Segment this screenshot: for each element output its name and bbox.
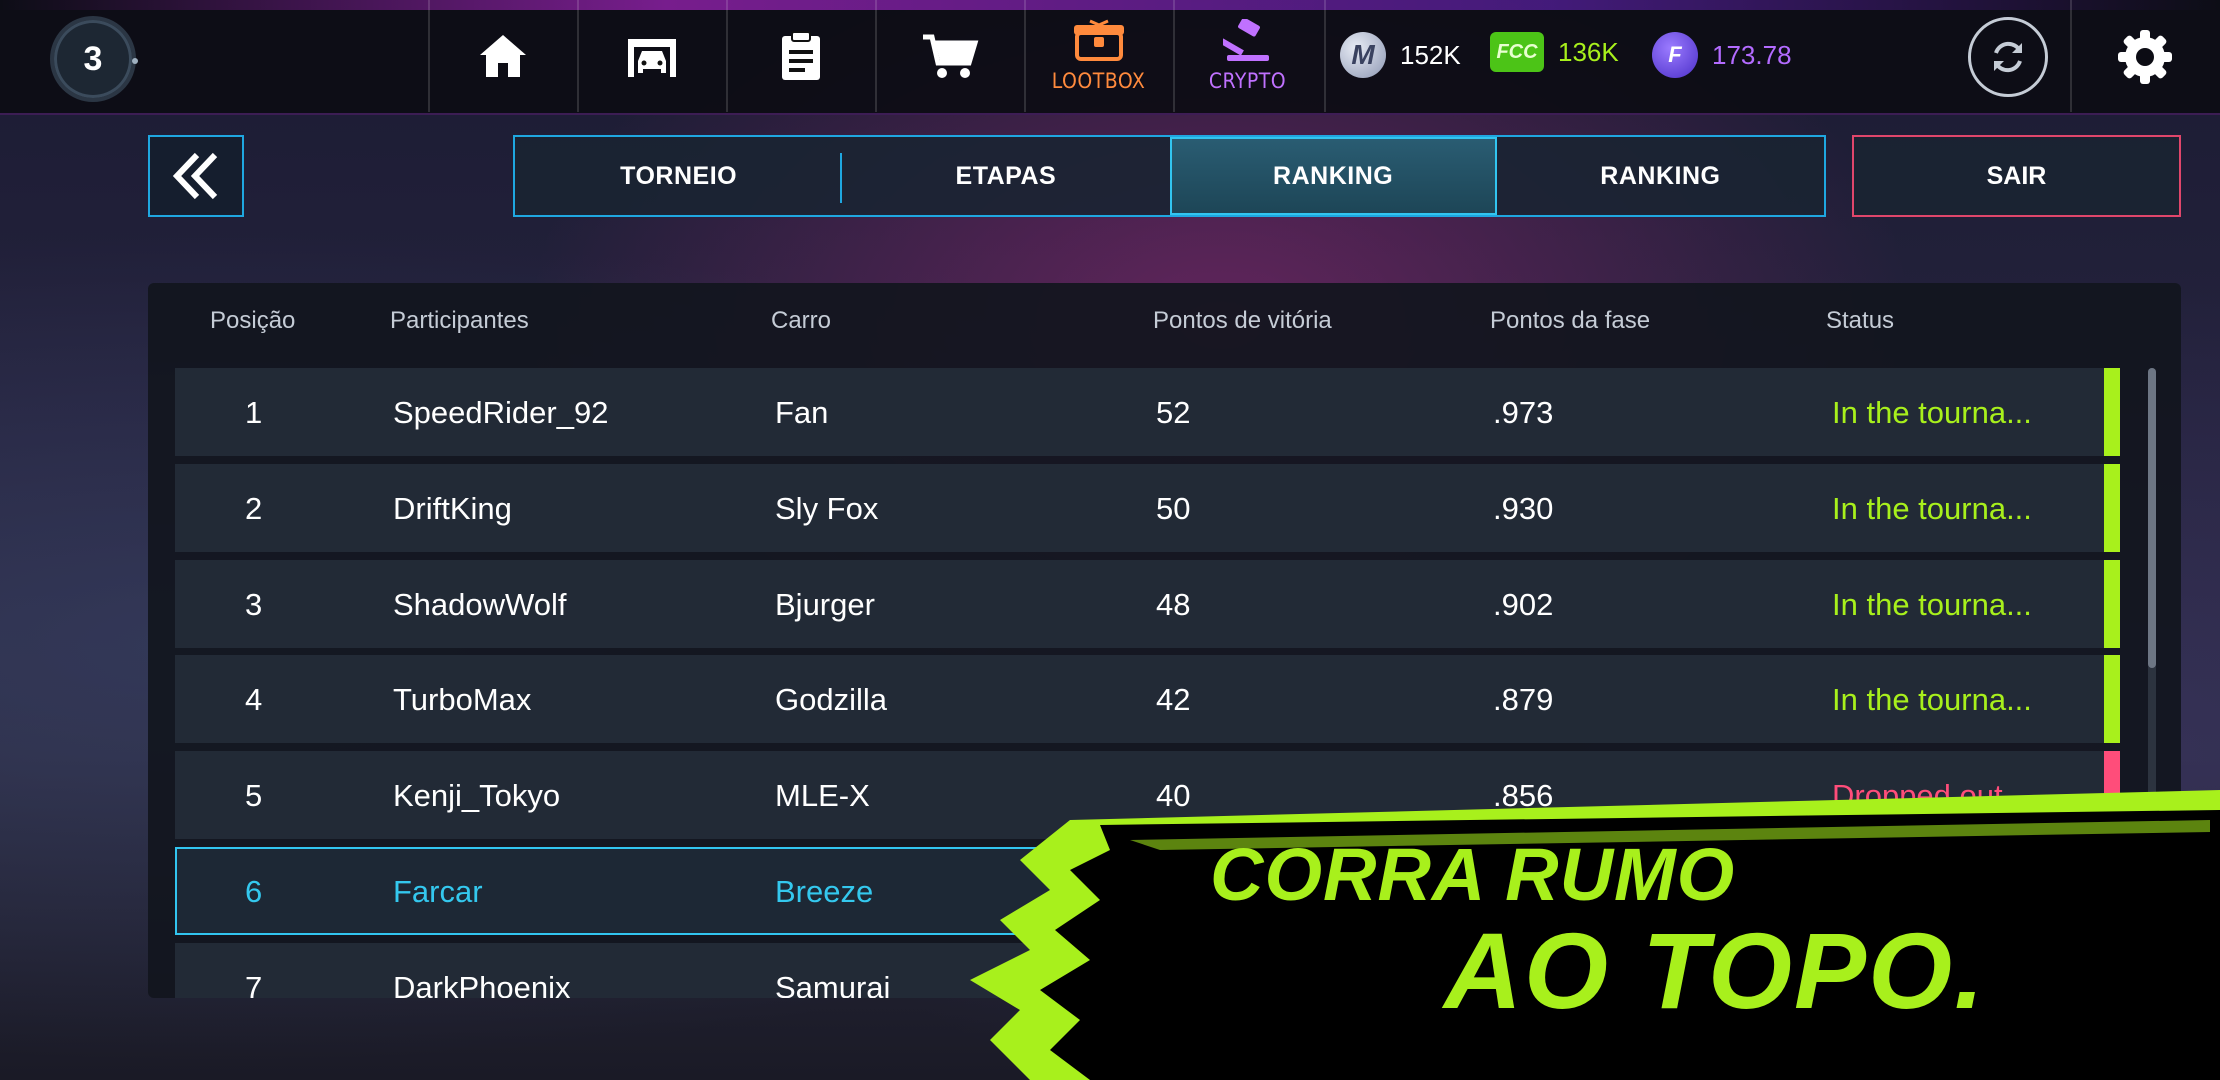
- cart-icon: [922, 34, 978, 78]
- promo-line-2: AO TOPO.: [1444, 910, 1987, 1031]
- tab-ranking-active[interactable]: RANKING: [1169, 137, 1497, 215]
- table-row[interactable]: 3 ShadowWolf Bjurger 48 .902 In the tour…: [175, 560, 2120, 648]
- row-participant: Farcar: [393, 874, 483, 909]
- gear-icon: [2118, 30, 2172, 84]
- row-participant: Kenji_Tokyo: [393, 778, 561, 813]
- tab-label: RANKING: [1600, 161, 1721, 190]
- tab-torneio[interactable]: TORNEIO: [515, 137, 843, 215]
- player-level-number: 3: [83, 39, 103, 78]
- row-victory-points: 48: [1156, 587, 1191, 622]
- row-car: Bjurger: [775, 587, 875, 622]
- row-car: Godzilla: [775, 682, 887, 717]
- tournament-tabs: TORNEIO ETAPAS RANKING RANKING: [513, 135, 1826, 217]
- header-car: Carro: [771, 307, 832, 334]
- row-status: In the tourna...: [1832, 395, 2032, 430]
- exit-label: SAIR: [1986, 161, 2047, 190]
- row-position: 3: [245, 587, 263, 622]
- fv-token-value: 173.78: [1712, 39, 1792, 70]
- row-phase-points: .902: [1493, 587, 1554, 622]
- header-status: Status: [1826, 307, 1895, 334]
- nav-missions-button[interactable]: [728, 0, 873, 112]
- header-victory-points: Pontos de vitória: [1153, 307, 1332, 334]
- row-position: 2: [245, 491, 263, 526]
- nav-garage-button[interactable]: [579, 0, 724, 112]
- row-car: MLE-X: [775, 778, 870, 813]
- home-icon: [479, 35, 526, 77]
- row-participant: ShadowWolf: [393, 587, 567, 622]
- row-status: In the tourna...: [1832, 491, 2032, 526]
- tab-etapas[interactable]: ETAPAS: [842, 137, 1169, 215]
- row-participant: SpeedRider_92: [393, 395, 609, 430]
- header-phase-points: Pontos da fase: [1490, 307, 1651, 334]
- exit-button[interactable]: SAIR: [1852, 135, 2181, 217]
- row-phase-points: .930: [1493, 491, 1554, 526]
- table-row[interactable]: 2 DriftKing Sly Fox 50 .930 In the tourn…: [175, 464, 2120, 552]
- status-indicator-bar: [2104, 655, 2120, 743]
- header-participants: Participantes: [390, 307, 529, 334]
- m-coin-icon: M: [1340, 32, 1386, 78]
- row-position: 5: [245, 778, 263, 813]
- tab-ranking[interactable]: RANKING: [1497, 137, 1824, 215]
- fv-token-icon: F: [1652, 32, 1698, 78]
- scrollbar-thumb[interactable]: [2148, 368, 2156, 668]
- table-header: Posição Participantes Carro Pontos de vi…: [148, 283, 2181, 357]
- table-row[interactable]: 1 SpeedRider_92 Fan 52 .973 In the tourn…: [175, 368, 2120, 456]
- nav-home-button[interactable]: [430, 0, 575, 112]
- row-victory-points: 50: [1156, 491, 1191, 526]
- fcc-coin-icon: FCC: [1490, 32, 1544, 72]
- nav-shop-button[interactable]: [877, 0, 1022, 112]
- refresh-button[interactable]: [1968, 17, 2048, 97]
- crypto-hammer-icon: [1222, 19, 1269, 61]
- row-position: 4: [245, 682, 263, 717]
- m-coin-value: 152K: [1400, 39, 1461, 70]
- currency-fv[interactable]: F 173.78: [1652, 32, 1792, 78]
- nav-crypto-button[interactable]: CRYPTO: [1175, 0, 1320, 112]
- nav-divider: [1324, 0, 1326, 112]
- row-position: 7: [245, 970, 263, 998]
- nav-divider: [2070, 0, 2072, 112]
- row-participant: TurboMax: [393, 682, 532, 717]
- status-indicator-bar: [2104, 368, 2120, 456]
- row-position: 1: [245, 395, 263, 430]
- player-level-badge[interactable]: 3: [50, 16, 138, 102]
- garage-icon: [627, 39, 676, 77]
- fcc-coin-value: 136K: [1558, 36, 1619, 67]
- row-status: In the tourna...: [1832, 587, 2032, 622]
- header-position: Posição: [210, 307, 296, 334]
- row-victory-points: 42: [1156, 682, 1191, 717]
- currency-fcc[interactable]: FCC 136K: [1490, 32, 1619, 72]
- lootbox-label: LOOTBOX: [1051, 69, 1146, 93]
- tab-label: TORNEIO: [620, 161, 738, 190]
- row-status: In the tourna...: [1832, 682, 2032, 717]
- clipboard-icon: [781, 31, 820, 80]
- lootbox-icon: [1073, 19, 1124, 61]
- promo-line-1: CORRA RUMO: [1210, 833, 1736, 916]
- row-phase-points: .879: [1493, 682, 1554, 717]
- refresh-icon: [1994, 41, 2022, 73]
- row-car: Sly Fox: [775, 491, 879, 526]
- promo-banner: CORRA RUMO AO TOPO.: [960, 780, 2220, 1080]
- table-row[interactable]: 4 TurboMax Godzilla 42 .879 In the tourn…: [175, 655, 2120, 743]
- nav-lootbox-button[interactable]: LOOTBOX: [1026, 0, 1171, 112]
- row-car: Breeze: [775, 874, 874, 909]
- back-button[interactable]: [148, 135, 244, 217]
- row-participant: DriftKing: [393, 491, 512, 526]
- currency-m[interactable]: M 152K: [1340, 32, 1461, 78]
- row-victory-points: 52: [1156, 395, 1191, 430]
- tab-label: ETAPAS: [955, 161, 1057, 190]
- row-car: Samurai: [775, 970, 891, 998]
- settings-button[interactable]: [2100, 25, 2190, 89]
- crypto-label: CRYPTO: [1208, 69, 1287, 93]
- row-phase-points: .973: [1493, 395, 1554, 430]
- top-bar: 3 LOOTBOX CRYPTO M 152K FCC 136K F 173.7…: [0, 0, 2220, 115]
- status-indicator-bar: [2104, 560, 2120, 648]
- row-position: 6: [245, 874, 263, 909]
- tab-label: RANKING: [1273, 161, 1394, 190]
- status-indicator-bar: [2104, 464, 2120, 552]
- double-chevron-left-icon: [172, 152, 218, 200]
- level-progress-dot: [132, 58, 138, 64]
- row-participant: DarkPhoenix: [393, 970, 571, 998]
- row-car: Fan: [775, 395, 829, 430]
